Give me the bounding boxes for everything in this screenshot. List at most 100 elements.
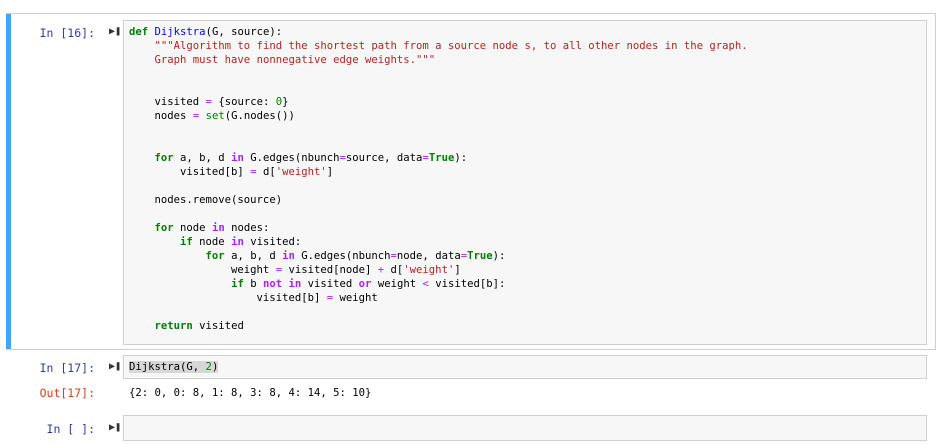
code-token: True [467,250,493,262]
code-token: Dijkstra(G, [129,361,206,373]
code-line: visited[b] = weight [129,291,748,305]
input-prompt: In [17]: [39,361,95,375]
run-cell-icon[interactable]: ▶❚ [109,26,121,37]
code-token: weight [333,292,378,304]
code-token: visited [192,320,244,332]
code-token: return [154,320,193,332]
code-line: visited = {source: 0} [129,95,748,109]
code-token: for [205,250,225,262]
code-token: nodes: [224,222,270,234]
code-token: nodes.remove(source) [129,194,283,206]
code-token: for [154,152,174,164]
code-token: ) [211,361,219,373]
code-token: visited: [243,236,302,248]
code-token: set [205,110,225,122]
code-token: {source: [211,96,276,108]
code-token: (G.nodes()) [224,110,295,122]
code-line: for a, b, d in G.edges(nbunch=node, data… [129,249,748,263]
code-token: a, b, d [224,250,283,262]
code-token: node [192,236,232,248]
code-token: Graph must have nonnegative edge weights… [154,54,436,66]
code-line: for a, b, d in G.edges(nbunch=source, da… [129,151,748,165]
code-token: Dijkstra [154,26,206,38]
code-line: """Algorithm to find the shortest path f… [129,39,748,53]
code-token: in [211,222,225,234]
code-line: nodes.remove(source) [129,193,748,207]
code-line: visited[b] = d['weight'] [129,165,748,179]
code-token: a, b, d [173,152,232,164]
code-token: d[ [384,264,404,276]
code-line: if b not in visited or weight < visited[… [129,277,748,291]
code-token: in [288,278,302,290]
code-token: visited[node] [282,264,378,276]
code-token: G.edges(nbunch [243,152,340,164]
code-token: ): [454,152,468,164]
code-token: in [231,236,244,248]
code-token: d[ [256,166,276,178]
code-token: b [243,278,263,290]
code-token: 'weight' [403,264,455,276]
code-line: Dijkstra(G, 2) [129,360,219,374]
output-prompt: Out[17]: [39,386,95,400]
code-token: """Algorithm to find the shortest path f… [154,40,748,52]
code-token: (G, source): [205,26,283,38]
code-token: if [231,278,244,290]
code-token: in [231,152,244,164]
code-token: if [180,236,193,248]
code-token: def [129,26,149,38]
code-token: visited [129,96,206,108]
code-token: for [154,222,174,234]
code-editor[interactable]: def Dijkstra(G, source): """Algorithm to… [123,20,927,345]
code-token: ] [454,264,461,276]
code-line: return visited [129,319,748,333]
code-token: visited[b]: [428,278,506,290]
code-token: nodes [129,110,193,122]
code-token: visited[b] [129,166,251,178]
code-token: ): [492,250,506,262]
code-editor-empty[interactable] [123,415,927,441]
code-token: source, data [345,152,423,164]
run-cell-icon[interactable]: ▶❚ [109,422,121,433]
code-line: if node in visited: [129,235,748,249]
code-content[interactable]: Dijkstra(G, 2) [129,360,219,374]
code-line: def Dijkstra(G, source): [129,25,748,39]
code-token: visited[b] [129,292,327,304]
code-editor[interactable]: Dijkstra(G, 2) [123,355,927,379]
code-token: weight [371,278,423,290]
code-token: not [262,278,283,290]
code-token: in [282,250,295,262]
code-line: weight = visited[node] + d['weight'] [129,263,748,277]
code-line: nodes = set(G.nodes()) [129,109,748,123]
input-prompt: In [16]: [39,26,95,40]
code-content[interactable]: def Dijkstra(G, source): """Algorithm to… [129,25,748,333]
code-token: node, data [396,250,461,262]
code-line: Graph must have nonnegative edge weights… [129,53,748,67]
code-token: node [173,222,212,234]
cell-output: {2: 0, 0: 8, 1: 8, 3: 8, 4: 14, 5: 10} [129,387,372,399]
run-cell-icon[interactable]: ▶❚ [109,361,121,372]
code-token: visited [301,278,359,290]
code-token: ] [326,166,334,178]
code-token: weight [129,264,276,276]
code-token: True [428,152,455,164]
code-token: 2 [205,361,212,373]
code-token: 'weight' [275,166,327,178]
code-line: for node in nodes: [129,221,748,235]
code-token: G.edges(nbunch [294,250,391,262]
code-token: or [358,278,372,290]
code-token: } [282,96,289,108]
